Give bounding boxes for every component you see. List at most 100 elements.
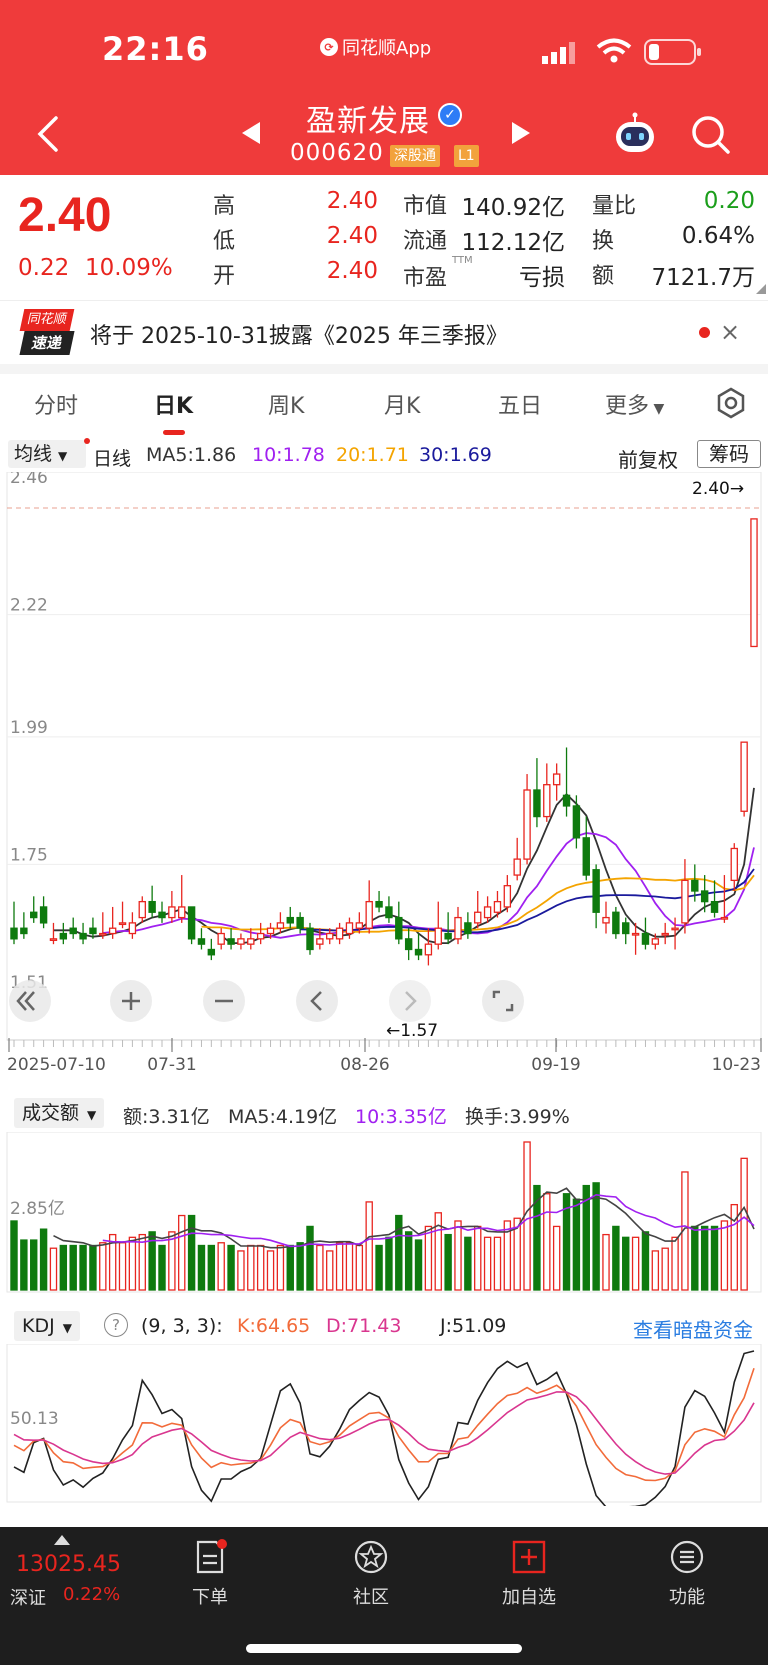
candle: [622, 917, 630, 945]
candle-body: [661, 932, 669, 936]
candle-body: [552, 773, 561, 786]
volume-select[interactable]: 成交额 ▼: [14, 1098, 105, 1128]
candle-body: [217, 932, 225, 945]
volume-bar: [89, 1244, 97, 1291]
notice-close-button[interactable]: ×: [720, 318, 740, 346]
candle-body: [750, 518, 758, 648]
candle-body: [79, 932, 87, 940]
candle-body: [59, 932, 68, 940]
search-icon[interactable]: [688, 112, 734, 158]
ma5-value: MA5:1.86: [146, 444, 237, 466]
chevron-down-icon: ▼: [62, 1321, 72, 1335]
index-up-icon: [54, 1535, 70, 1545]
candle: [187, 906, 196, 945]
bottom-bar: 13025.45 深证 0.22% 下单 社区 加自选 功能: [0, 1527, 768, 1665]
volume-bar: [700, 1225, 709, 1291]
tag-shenguton: 深股通: [390, 145, 440, 167]
scroll-left-button[interactable]: [296, 980, 338, 1022]
volume-bar: [444, 1233, 452, 1291]
volume-bar: [375, 1244, 383, 1291]
tab-daily-k[interactable]: 日K: [154, 388, 193, 420]
kline-frame: [6, 472, 762, 1041]
candle-body: [720, 916, 729, 920]
fullscreen-button[interactable]: [482, 980, 524, 1022]
nav-community[interactable]: 社区: [326, 1535, 416, 1608]
expand-corner-icon[interactable]: [756, 284, 766, 294]
candle-body: [138, 900, 146, 919]
x-date-label: 10-23: [712, 1055, 761, 1072]
battery-icon: [644, 39, 701, 65]
home-indicator[interactable]: [246, 1644, 522, 1653]
tab-more[interactable]: 更多 ▼: [605, 388, 664, 420]
zoom-in-button[interactable]: [110, 980, 152, 1022]
settings-icon[interactable]: [714, 386, 748, 420]
volume-bar: [454, 1220, 462, 1291]
volume-bar: [602, 1233, 610, 1291]
volratio-value: 0.20: [703, 188, 755, 214]
low-value: 2.40: [326, 223, 378, 249]
zoom-out-button[interactable]: [203, 980, 245, 1022]
kline-chart[interactable]: 2.462.221.991.751.51 2.40→ ←1.57 2025-07…: [0, 472, 768, 1072]
kdj-d-line: [13, 1391, 755, 1475]
kdj-y-label: 50.13: [10, 1409, 59, 1429]
candle-body: [651, 938, 660, 945]
volume-turnover: 换手:3.99%: [465, 1106, 570, 1128]
candle-body: [414, 948, 423, 956]
kline-candles: [10, 518, 758, 966]
nav-functions[interactable]: 功能: [642, 1535, 732, 1608]
kdj-d: D:71.43: [326, 1315, 402, 1337]
kdj-select[interactable]: KDJ ▼: [14, 1311, 80, 1341]
candle-body: [30, 911, 38, 919]
candle-body: [641, 932, 650, 945]
tab-weekly-k[interactable]: 周K: [268, 388, 304, 420]
candle-body: [10, 927, 18, 940]
nav-order[interactable]: 下单: [165, 1535, 255, 1608]
index-value[interactable]: 13025.45: [16, 1552, 121, 1577]
ma5-line: [53, 787, 755, 944]
volume-bar: [641, 1231, 650, 1291]
stock-code: 000620: [290, 140, 384, 166]
scroll-right-button[interactable]: [389, 980, 431, 1022]
kdj-chart[interactable]: 50.13: [0, 1344, 768, 1506]
volume-y-label: 2.85亿: [10, 1199, 65, 1219]
robot-assistant-icon[interactable]: [612, 112, 658, 158]
volume-bar: [424, 1225, 433, 1291]
candle-body: [385, 906, 393, 919]
volume-chart[interactable]: 2.85亿: [0, 1132, 768, 1296]
amount-value: 7121.7万: [651, 265, 755, 291]
dark-pool-link[interactable]: 查看暗盘资金: [633, 1314, 753, 1343]
volume-bar: [464, 1236, 472, 1291]
nav-add-watchlist[interactable]: 加自选: [484, 1535, 574, 1608]
candle: [69, 917, 77, 939]
candle: [454, 906, 462, 945]
volume-bar: [168, 1231, 176, 1291]
volume-bar: [286, 1244, 294, 1291]
tab-monthly-k[interactable]: 月K: [384, 388, 420, 420]
tab-five-day[interactable]: 五日: [498, 388, 542, 420]
tab-fenshi[interactable]: 分时: [34, 388, 78, 420]
next-stock-icon[interactable]: [510, 120, 532, 146]
candle: [276, 912, 285, 934]
indicator-select[interactable]: 均线 ▼: [8, 440, 86, 468]
volume-bar: [326, 1250, 334, 1291]
kline-grid: [7, 614, 761, 865]
back-icon[interactable]: [30, 112, 70, 156]
help-icon[interactable]: ?: [104, 1313, 128, 1337]
prev-stock-icon[interactable]: [240, 120, 262, 146]
scroll-left-fast-button[interactable]: [9, 980, 51, 1022]
volume-bar: [572, 1198, 581, 1291]
volume-bar: [207, 1244, 216, 1291]
volume-bar: [631, 1236, 640, 1291]
separator: [0, 364, 768, 374]
header: 22:16 ⟳ 同花顺App 盈新发展 ✓ 000620 深股通 L1: [0, 0, 768, 175]
chips-button[interactable]: 筹码: [697, 440, 761, 468]
volume-bar: [59, 1244, 68, 1291]
candle-body: [335, 927, 344, 940]
candle-body: [434, 927, 442, 945]
volume-bar: [227, 1244, 235, 1291]
candle-body: [710, 900, 719, 913]
adjust-button[interactable]: 前复权: [618, 444, 678, 473]
candle: [533, 758, 541, 828]
notice-bar[interactable]: 同花顺 速递 将于 2025-10-31披露《2025 年三季报》: [0, 300, 768, 364]
volume-bar: [335, 1242, 344, 1291]
